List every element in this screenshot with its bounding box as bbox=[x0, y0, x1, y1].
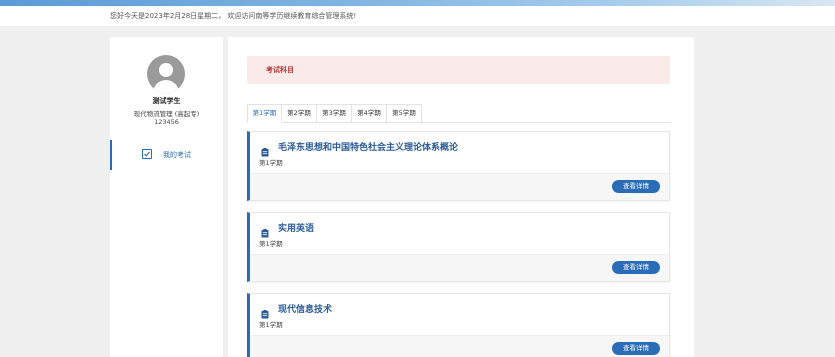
clipboard-icon bbox=[261, 304, 269, 319]
clipboard-icon bbox=[261, 142, 269, 157]
view-details-button[interactable]: 查看详情 bbox=[612, 261, 660, 274]
main-panel: 考试科目 第1学期 第2学期 第3学期 第4学期 第5学期 毛泽东思想和中国特色… bbox=[228, 37, 694, 357]
avatar-body bbox=[153, 80, 179, 93]
course-card: 实用英语 第1学期 查看详情 bbox=[247, 212, 670, 282]
course-term: 第1学期 bbox=[259, 321, 283, 329]
clipboard-icon bbox=[261, 223, 269, 238]
course-term: 第1学期 bbox=[259, 240, 283, 248]
semester-tabs: 第1学期 第2学期 第3学期 第4学期 第5学期 bbox=[247, 104, 422, 123]
user-name: 测试学生 bbox=[152, 97, 181, 105]
sidebar-item-label: 我的考试 bbox=[163, 151, 191, 159]
calendar-check-icon bbox=[142, 149, 152, 159]
tab-semester-4[interactable]: 第4学期 bbox=[352, 104, 387, 123]
course-title: 毛泽东思想和中国特色社会主义理论体系概论 bbox=[278, 143, 459, 153]
card-footer: 查看详情 bbox=[250, 173, 669, 200]
section-title: 考试科目 bbox=[266, 66, 294, 74]
tab-semester-1[interactable]: 第1学期 bbox=[247, 104, 282, 123]
user-id: 123456 bbox=[154, 118, 179, 126]
avatar bbox=[147, 55, 185, 93]
course-term: 第1学期 bbox=[259, 159, 283, 167]
section-header: 考试科目 bbox=[247, 56, 670, 84]
greeting-text: 您好今天是2023年2月28日星期二， 欢迎访问南等学历继续教育综合管理系统! bbox=[110, 12, 357, 20]
tab-semester-3[interactable]: 第3学期 bbox=[317, 104, 352, 123]
sidebar: 测试学生 现代物流管理 (高起专) 123456 我的考试 bbox=[110, 37, 223, 357]
course-title: 现代信息技术 bbox=[278, 305, 333, 315]
card-footer: 查看详情 bbox=[250, 254, 669, 281]
user-major: 现代物流管理 (高起专) bbox=[133, 110, 200, 118]
tab-semester-5[interactable]: 第5学期 bbox=[387, 104, 422, 123]
course-card: 毛泽东思想和中国特色社会主义理论体系概论 第1学期 查看详情 bbox=[247, 131, 670, 201]
avatar-head bbox=[159, 63, 173, 77]
course-card: 现代信息技术 第1学期 查看详情 bbox=[247, 293, 670, 357]
course-title: 实用英语 bbox=[278, 224, 315, 234]
view-details-button[interactable]: 查看详情 bbox=[612, 180, 660, 193]
top-bar: 您好今天是2023年2月28日星期二， 欢迎访问南等学历继续教育综合管理系统! bbox=[0, 6, 835, 26]
card-footer: 查看详情 bbox=[250, 335, 669, 357]
sidebar-item-my-exams[interactable]: 我的考试 bbox=[110, 140, 223, 170]
tab-semester-2[interactable]: 第2学期 bbox=[282, 104, 317, 123]
view-details-button[interactable]: 查看详情 bbox=[612, 342, 660, 355]
